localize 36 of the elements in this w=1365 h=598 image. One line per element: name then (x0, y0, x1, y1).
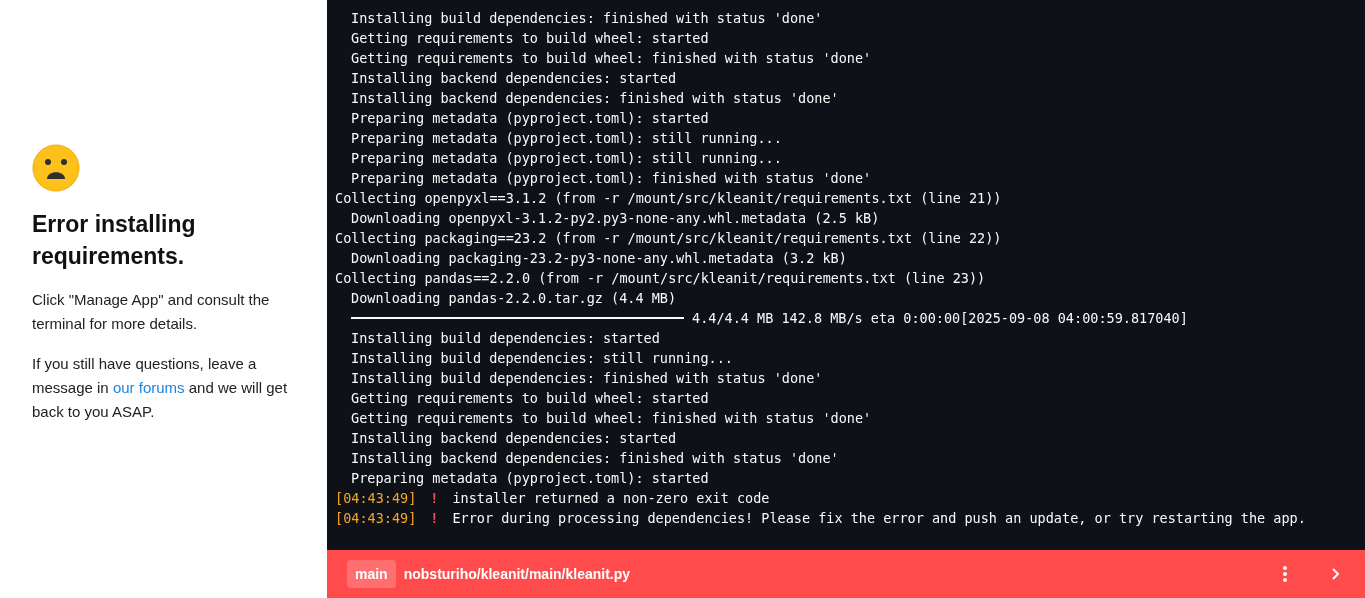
log-line: Installing build dependencies: still running... (351, 349, 733, 368)
log-line: Collecting openpyxl==3.1.2 (from -r /mount/src/kleanit/requirements.txt (line 21)) (335, 189, 1002, 208)
log-line: Installing build dependencies: started (351, 329, 660, 348)
branch-badge: main (347, 560, 396, 588)
log-line: Downloading openpyxl-3.1.2-py2.py3-none-any.whl.metadata (2.5 kB) (351, 209, 880, 228)
log-line: Getting requirements to build wheel: finished with status 'done' (351, 49, 872, 68)
error-message: Error during processing dependencies! Please fix the error and push an update, or try restarting the app. (452, 509, 1306, 528)
log-line: Getting requirements to build wheel: started (351, 389, 709, 408)
log-line: Preparing metadata (pyproject.toml): finished with status 'done' (351, 169, 872, 188)
log-line: Installing build dependencies: finished with status 'done' (351, 369, 823, 388)
log-line: Collecting pandas==2.2.0 (from -r /mount/src/kleanit/requirements.txt (line 23)) (335, 269, 986, 288)
forums-link[interactable]: our forums (112, 379, 185, 396)
timestamp: [04:43:49] (335, 509, 417, 528)
log-line: Preparing metadata (pyproject.toml): started (351, 109, 709, 128)
log-line: Preparing metadata (pyproject.toml): still running... (351, 149, 782, 168)
log-line: 4.4/4.4 MB 142.8 MB/s eta 0:00:00[2025-09-08 04:00:59.817040] (692, 309, 1188, 328)
log-line: Installing backend dependencies: started (351, 429, 677, 448)
file-path: nobsturiho/kleanit/main/kleanit.py (403, 566, 632, 582)
log-line: Collecting packaging==23.2 (from -r /mount/src/kleanit/requirements.txt (line 22)) (335, 229, 1002, 248)
log-line: Getting requirements to build wheel: started (351, 29, 709, 48)
log-line: Downloading packaging-23.2-py3-none-any.whl.metadata (3.2 kB) (351, 249, 847, 268)
help-paragraph: If you still have questions, leave a message in our forums and we will get back to you ASAP. (32, 354, 289, 422)
instruction-paragraph: Click "Manage App" and consult the terminal for more details. (32, 290, 271, 334)
log-line: Downloading pandas-2.2.0.tar.gz (4.4 MB) (351, 289, 677, 308)
error-mark: ! (430, 509, 439, 528)
error-message: installer returned a non-zero exit code (452, 489, 770, 508)
log-line: Getting requirements to build wheel: finished with status 'done' (351, 409, 872, 428)
log-line: Preparing metadata (pyproject.toml): still running... (351, 129, 782, 148)
error-mark: ! (430, 489, 439, 508)
log-line: Preparing metadata (pyproject.toml): started (351, 469, 709, 488)
log-line: Installing backend dependencies: started (351, 69, 677, 88)
log-line: Installing backend dependencies: finished with status 'done' (351, 89, 839, 108)
error-heading: Error installing requirements. (32, 210, 197, 271)
timestamp: [04:43:49] (335, 489, 417, 508)
log-line: Installing build dependencies: finished with status 'done' (351, 9, 823, 28)
log-line: Installing backend dependencies: finished with status 'done' (351, 449, 839, 468)
